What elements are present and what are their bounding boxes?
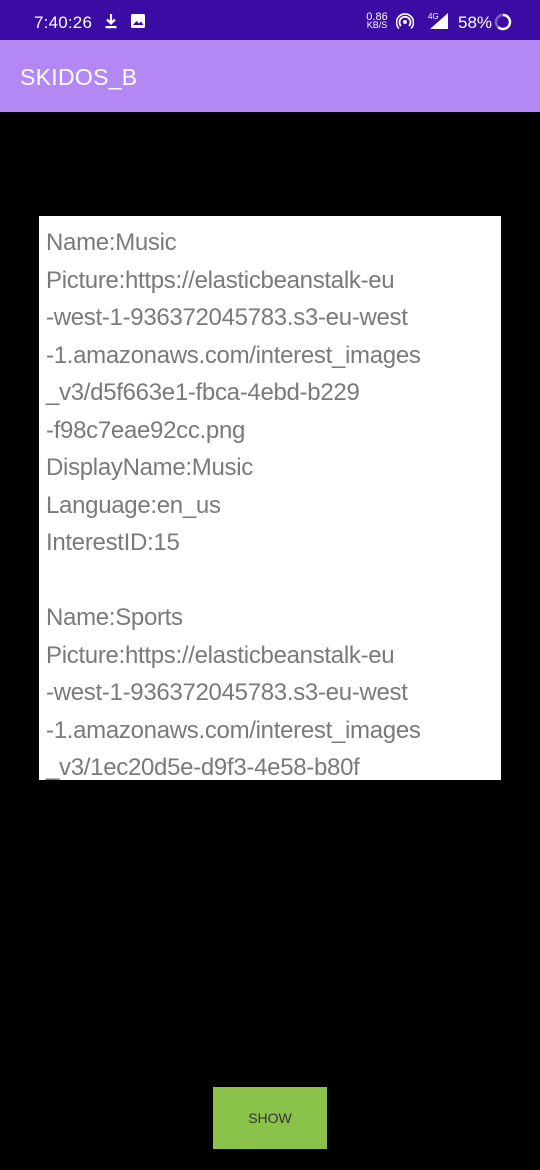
network-type: 4G [428,12,439,21]
download-icon [102,12,120,30]
interest-list-text: Name:Music Picture:https://elasticbeanst… [46,229,421,780]
show-button[interactable]: SHOW [213,1087,327,1149]
status-bar: 7:40:26 0.86 KB/S 4G 58% [0,0,540,40]
image-icon [129,12,147,30]
speed-unit: KB/S [366,20,388,30]
status-time: 7:40:26 [34,13,93,32]
app-bar: SKIDOS_B [0,40,540,112]
hotspot-icon [395,13,415,31]
network-speed: 0.86 KB/S [366,12,388,30]
battery-percentage: 58% [458,13,493,32]
battery-icon [494,13,512,31]
interest-list-card[interactable]: Name:Music Picture:https://elasticbeanst… [39,216,501,780]
signal-icon: 4G [422,11,450,29]
app-title: SKIDOS_B [20,64,138,90]
